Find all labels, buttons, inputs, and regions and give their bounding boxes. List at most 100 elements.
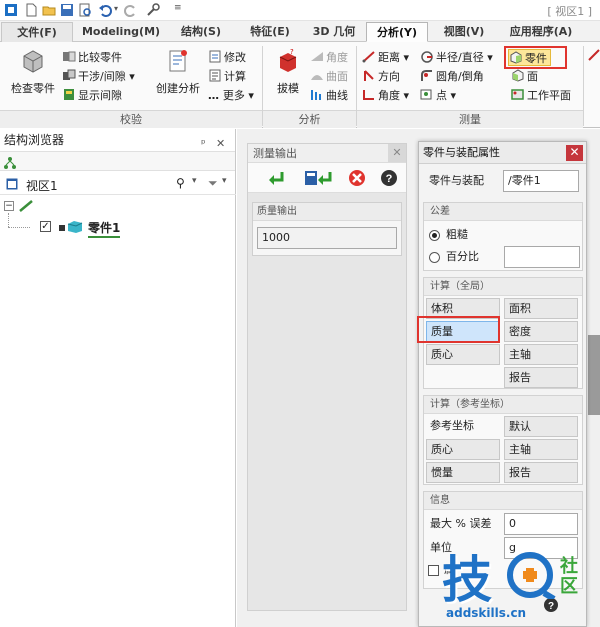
- measure-face-button[interactable]: 面: [511, 68, 538, 85]
- watermark-url: addskills.cn: [446, 606, 527, 620]
- inertia-button[interactable]: 惯量: [426, 462, 500, 483]
- save-icon[interactable]: [60, 3, 74, 17]
- help-icon[interactable]: ?: [380, 169, 398, 187]
- close-icon[interactable]: ✕: [566, 145, 583, 161]
- group-label-analysis: 分析: [263, 110, 356, 128]
- chevron-down-icon[interactable]: ▾: [222, 176, 227, 186]
- tab-file[interactable]: 文件(F): [1, 22, 73, 42]
- measure-point-button[interactable]: 点 ▾: [420, 87, 456, 104]
- tab-feature[interactable]: 特征(E): [238, 22, 302, 42]
- tab-applications[interactable]: 应用程序(A): [498, 22, 584, 42]
- report-button[interactable]: 报告: [504, 367, 578, 388]
- workplane-icon: [511, 89, 524, 100]
- calc-ref-title: 计算（参考坐标）: [424, 396, 582, 414]
- percent-input[interactable]: [504, 246, 580, 268]
- measure-distance-button[interactable]: 距离 ▾: [362, 49, 409, 66]
- measure-direction-label: 方向: [378, 70, 400, 83]
- pin-icon[interactable]: ᵖ: [201, 133, 206, 155]
- measure-round-chamfer-button[interactable]: 圆角/倒角: [420, 68, 484, 85]
- calculate-button[interactable]: 计算: [208, 68, 246, 85]
- undo-dropdown-icon[interactable]: ▾: [114, 4, 118, 13]
- modify-button[interactable]: 修改: [208, 49, 246, 66]
- extra-tool-icon[interactable]: [588, 48, 600, 62]
- tab-3d-geometry[interactable]: 3D 几何: [304, 22, 364, 42]
- inspect-part-label: 检查零件: [11, 82, 55, 95]
- measure-radius-button[interactable]: 半径/直径 ▾: [420, 49, 493, 66]
- redo-icon[interactable]: [124, 3, 138, 17]
- analysis-surface-button[interactable]: 曲面: [310, 68, 348, 85]
- print-preview-icon[interactable]: [78, 3, 92, 17]
- tab-view[interactable]: 视图(V): [432, 22, 496, 42]
- compare-part-label: 比较零件: [78, 51, 122, 64]
- chevron-down-icon: ▾: [400, 51, 410, 64]
- apply-arrow-icon[interactable]: [268, 170, 286, 186]
- inspect-part-button[interactable]: 检查零件: [6, 48, 60, 96]
- compare-part-button[interactable]: 比较零件: [62, 49, 122, 66]
- close-icon[interactable]: ✕: [388, 144, 406, 162]
- calc-ref-group: 计算（参考坐标） 参考坐标 默认 质心 主轴 惯量 报告: [423, 395, 583, 485]
- close-icon[interactable]: ✕: [216, 133, 225, 155]
- draft-icon: ?: [279, 48, 297, 72]
- draft-button[interactable]: ? 拔模: [268, 48, 308, 96]
- calc-apply-icon[interactable]: [304, 170, 334, 186]
- show-gap-button[interactable]: 显示间隙: [62, 87, 122, 104]
- part-node-label[interactable]: 零件1: [88, 219, 121, 238]
- highlight-mass-button: [417, 316, 500, 343]
- measure-distance-label: 距离: [378, 51, 400, 64]
- filter-icon[interactable]: ⏷: [208, 176, 218, 191]
- structure-browser-title-text: 结构浏览器: [4, 133, 65, 147]
- part-visibility-checkbox[interactable]: ✓: [40, 221, 51, 232]
- ribbon-separator: [583, 46, 584, 126]
- mass-output-group: 质量输出 1000: [252, 202, 402, 256]
- default-coord-button[interactable]: 默认: [504, 416, 578, 437]
- density-button[interactable]: 密度: [504, 321, 578, 342]
- create-analysis-icon: [169, 50, 187, 72]
- area-button[interactable]: 面积: [504, 298, 578, 319]
- analysis-angle-button[interactable]: 角度: [310, 49, 348, 66]
- ref-principal-axis-button[interactable]: 主轴: [504, 439, 578, 460]
- binoculars-icon[interactable]: ⚲: [176, 176, 185, 190]
- tab-structure[interactable]: 结构(S): [168, 22, 234, 42]
- max-error-input[interactable]: 0: [504, 513, 578, 535]
- interference-button[interactable]: 干涉/间隙 ▾: [62, 68, 135, 85]
- more-dots-icon: …: [208, 89, 223, 102]
- analysis-curve-icon: [311, 90, 321, 100]
- tools-icon[interactable]: [146, 3, 160, 17]
- measure-workplane-label: 工作平面: [527, 89, 571, 102]
- analysis-curve-button[interactable]: 曲线: [310, 87, 348, 104]
- tolerance-title: 公差: [424, 203, 582, 221]
- measure-direction-button[interactable]: 方向: [362, 68, 400, 85]
- create-analysis-button[interactable]: 创建分析: [150, 48, 206, 96]
- target-label: 零件与装配: [429, 174, 484, 187]
- new-file-icon[interactable]: [24, 3, 38, 17]
- target-input[interactable]: /零件1: [503, 170, 579, 192]
- centroid-button[interactable]: 质心: [426, 344, 500, 365]
- structure-browser: 结构浏览器 ᵖ ✕ 视区1 ⚲ ▾ ⏷ ▾ − ✓ 零件1: [0, 129, 236, 627]
- ref-report-button[interactable]: 报告: [504, 462, 578, 483]
- percent-radio[interactable]: [429, 252, 440, 263]
- more-button[interactable]: … 更多 ▾: [208, 87, 254, 104]
- tab-modeling[interactable]: Modeling(M): [78, 22, 164, 42]
- tree-structure-icon[interactable]: [3, 156, 17, 170]
- measure-workplane-button[interactable]: 工作平面: [511, 87, 571, 104]
- watermark-plus-logo: [507, 552, 556, 599]
- principal-axis-button[interactable]: 主轴: [504, 344, 578, 365]
- measure-angle-button[interactable]: 角度 ▾: [362, 87, 409, 104]
- chevron-down-icon[interactable]: ▾: [192, 176, 197, 186]
- ref-centroid-button[interactable]: 质心: [426, 439, 500, 460]
- chevron-down-icon: ▾: [483, 51, 493, 64]
- coarse-label: 粗糙: [446, 228, 468, 241]
- cancel-icon[interactable]: [348, 169, 366, 187]
- coarse-radio[interactable]: [429, 230, 440, 241]
- collapse-toggle[interactable]: −: [4, 201, 14, 211]
- tree-line: [8, 213, 9, 227]
- open-folder-icon[interactable]: [42, 3, 56, 17]
- info-title: 信息: [424, 492, 582, 510]
- tab-analysis[interactable]: 分析(Y): [366, 22, 428, 42]
- undo-icon[interactable]: [98, 3, 112, 17]
- group-label-check: 校验: [0, 110, 262, 128]
- viewport-row[interactable]: 视区1 ⚲ ▾ ⏷ ▾: [0, 173, 236, 195]
- customize-toolbar-icon[interactable]: ≡: [174, 3, 182, 13]
- quick-access-toolbar: ▾ ≡ [ 视区1 ]: [0, 0, 600, 21]
- window-title: [ 视区1 ]: [547, 5, 592, 18]
